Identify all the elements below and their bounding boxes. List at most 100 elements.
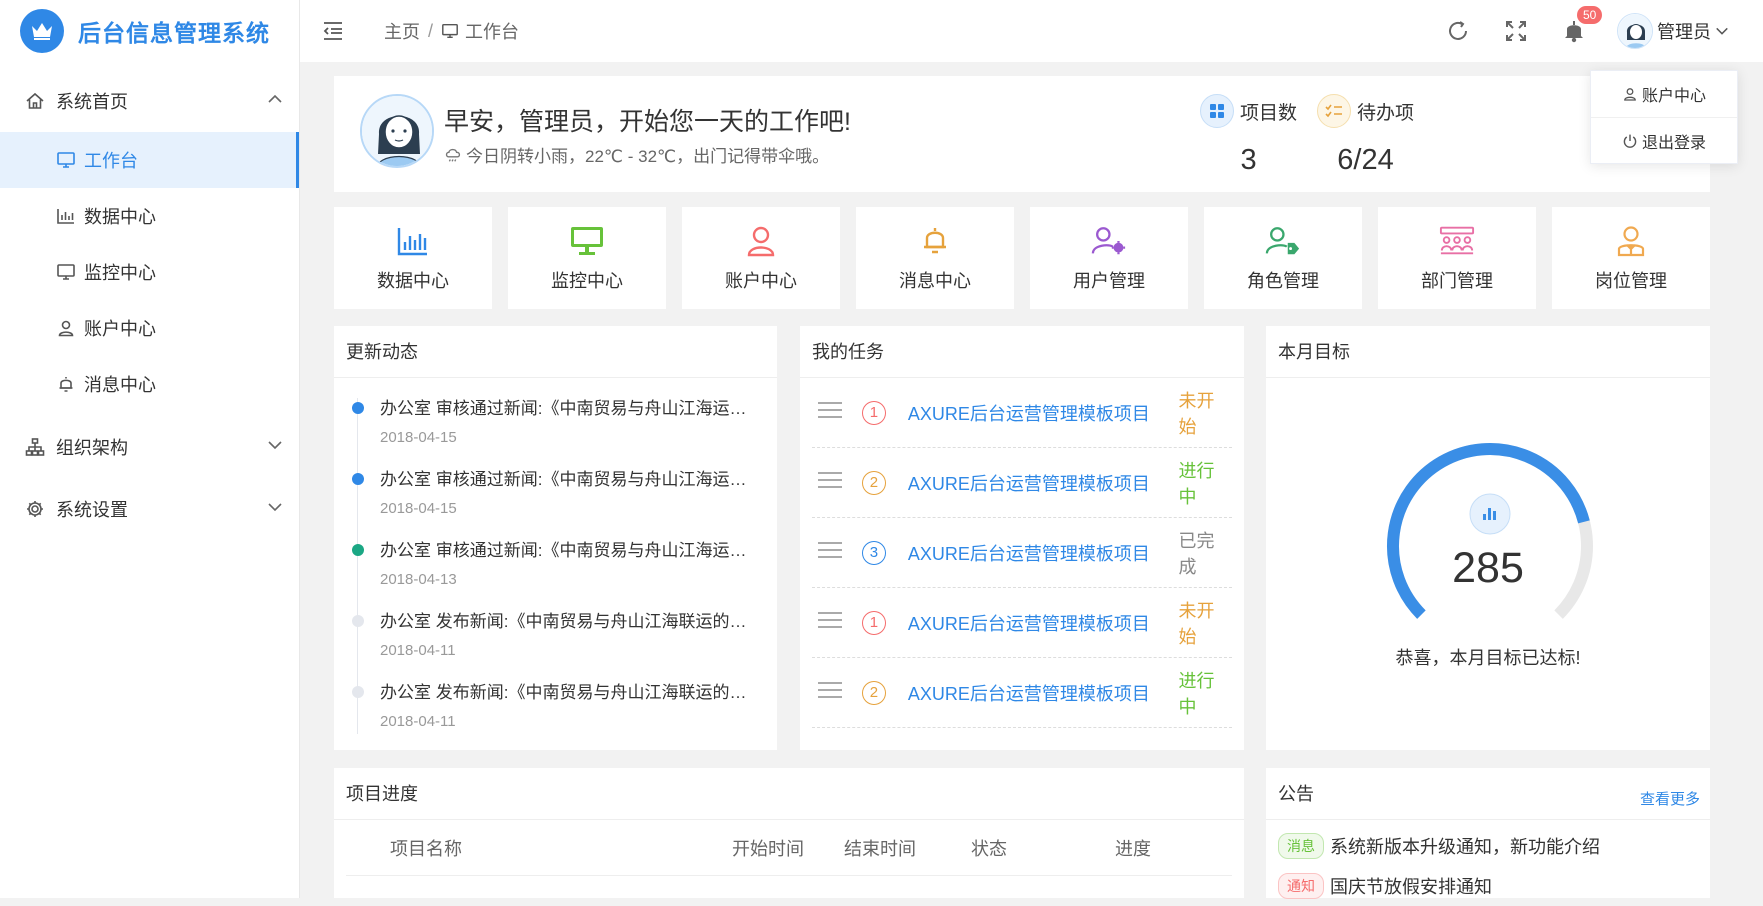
quick-link-position-management[interactable]: 岗位管理	[1552, 207, 1710, 309]
quick-link-account-center[interactable]: 账户中心	[682, 207, 840, 309]
task-number: 1	[862, 610, 886, 635]
collapse-menu-icon[interactable]	[318, 16, 348, 46]
quick-link-role-management[interactable]: 角色管理	[1204, 207, 1362, 309]
weather-text: 今日阴转小雨，22℃ - 32℃，出门记得带伞哦。	[466, 147, 830, 166]
sidebar-item-data-center[interactable]: 数据中心	[0, 188, 299, 244]
drag-handle-icon[interactable]	[818, 471, 842, 494]
timeline-item[interactable]: 办公室 审核通过新闻:《中南贸易与舟山江海运联运有限公司签约》 2018-04-…	[346, 530, 765, 601]
task-name[interactable]: AXURE后台运营管理模板项目	[908, 470, 1171, 496]
notice-text: 国庆节放假安排通知	[1330, 877, 1492, 897]
card-title: 我的任务	[800, 326, 1244, 378]
dropdown-item-label: 退出登录	[1641, 134, 1706, 152]
dropdown-account-center[interactable]: 账户中心	[1591, 71, 1737, 117]
quick-link-label: 岗位管理	[1595, 271, 1667, 291]
quick-link-department-management[interactable]: 部门管理	[1378, 207, 1536, 309]
breadcrumb-current: 工作台	[465, 22, 520, 42]
timeline-dot	[352, 402, 364, 414]
sidebar-item-account-center[interactable]: 账户中心	[0, 300, 299, 356]
chevron-down-icon	[267, 437, 283, 458]
task-row[interactable]: 1 AXURE后台运营管理模板项目 未开始	[812, 588, 1232, 658]
sidebar-item-label: 数据中心	[84, 207, 156, 227]
drag-handle-icon[interactable]	[818, 541, 842, 564]
dropdown-logout[interactable]: 退出登录	[1591, 117, 1737, 163]
bar-chart-icon	[395, 223, 431, 259]
user-menu[interactable]: 管理员	[1617, 13, 1729, 49]
breadcrumb-home[interactable]: 主页	[384, 18, 420, 44]
sidebar-item-monitor-center[interactable]: 监控中心	[0, 244, 299, 300]
task-row[interactable]: 1 AXURE后台运营管理模板项目 未开始	[812, 378, 1232, 448]
task-name[interactable]: AXURE后台运营管理模板项目	[908, 540, 1171, 566]
monitor-icon	[569, 223, 605, 259]
sidebar-group-organization[interactable]: 组织架构	[0, 416, 299, 478]
timeline-item[interactable]: 办公室 审核通过新闻:《中南贸易与舟山江海运联运有限公司签约》 2018-04-…	[346, 459, 765, 530]
quick-link-label: 账户中心	[725, 271, 797, 291]
quick-link-label: 用户管理	[1073, 271, 1145, 291]
task-number: 3	[862, 540, 886, 565]
chevron-up-icon	[267, 91, 283, 112]
quick-link-monitor-center[interactable]: 监控中心	[508, 207, 666, 309]
weather-info: 今日阴转小雨，22℃ - 32℃，出门记得带伞哦。	[444, 142, 829, 167]
card-title: 更新动态	[334, 326, 777, 378]
sidebar-item-label: 消息中心	[84, 375, 156, 395]
timeline-dot	[352, 544, 364, 556]
task-name[interactable]: AXURE后台运营管理模板项目	[908, 400, 1171, 426]
notice-item[interactable]: 通知 国庆节放假安排通知	[1266, 866, 1710, 906]
bell-icon	[56, 374, 76, 394]
timeline-item[interactable]: 办公室 审核通过新闻:《中南贸易与舟山江海运联运有限公司签约》 2018-04-…	[346, 388, 765, 459]
timeline-item[interactable]: 办公室 发布新闻:《中南贸易与舟山江海联运的合作签约仪式》 2018-04-11	[346, 672, 765, 743]
task-name[interactable]: AXURE后台运营管理模板项目	[908, 610, 1171, 636]
column-header: 开始时间	[732, 838, 804, 859]
quick-link-message-center[interactable]: 消息中心	[856, 207, 1014, 309]
notification-button[interactable]: 50	[1559, 6, 1603, 46]
task-row[interactable]: 2 AXURE后台运营管理模板项目 进行中	[812, 448, 1232, 518]
timeline-dot	[352, 686, 364, 698]
refresh-icon[interactable]	[1443, 16, 1473, 46]
stat-projects: 项目数 3	[1200, 94, 1297, 177]
drag-handle-icon[interactable]	[818, 401, 842, 424]
drag-handle-icon[interactable]	[818, 611, 842, 634]
breadcrumb: 主页 / 工作台	[384, 18, 519, 44]
stat-value: 3	[1240, 144, 1257, 176]
timeline: 办公室 审核通过新闻:《中南贸易与舟山江海运联运有限公司签约》 2018-04-…	[334, 378, 777, 743]
goal-card: 本月目标 285 恭喜，本月目标已达标!	[1266, 326, 1710, 750]
notice-item[interactable]: 消息 系统新版本升级通知，新功能介绍	[1266, 826, 1710, 866]
breadcrumb-separator: /	[428, 20, 434, 41]
department-icon	[1439, 223, 1475, 259]
quick-link-user-management[interactable]: 用户管理	[1030, 207, 1188, 309]
sidebar-item-workbench[interactable]: 工作台	[0, 132, 299, 188]
task-number: 2	[862, 680, 886, 705]
tasks-card: 我的任务 1 AXURE后台运营管理模板项目 未开始 2 AXURE后台运营管理…	[800, 326, 1244, 750]
task-list: 1 AXURE后台运营管理模板项目 未开始 2 AXURE后台运营管理模板项目 …	[800, 378, 1244, 728]
quick-link-data-center[interactable]: 数据中心	[334, 207, 492, 309]
notices-card: 公告 查看更多 消息 系统新版本升级通知，新功能介绍 通知 国庆节放假安排通知	[1266, 768, 1710, 899]
task-row[interactable]: 3 AXURE后台运营管理模板项目 已完成	[812, 518, 1232, 588]
org-chart-icon	[24, 436, 46, 458]
sidebar-menu: 系统首页 工作台 数据中心 监控中心 账户中心 消息中心 组织架构 系统设置	[0, 70, 299, 540]
monitor-icon	[56, 262, 76, 282]
card-title: 项目进度	[334, 768, 1244, 820]
position-icon	[1613, 223, 1649, 259]
sidebar-group-home[interactable]: 系统首页	[0, 70, 299, 132]
app-title: 后台信息管理系统	[78, 20, 270, 46]
welcome-greeting: 早安，管理员，开始您一天的工作吧!	[444, 108, 851, 136]
sidebar-item-label: 监控中心	[84, 263, 156, 283]
logo: 后台信息管理系统	[0, 0, 299, 62]
task-name[interactable]: AXURE后台运营管理模板项目	[908, 680, 1171, 706]
fullscreen-icon[interactable]	[1501, 16, 1531, 46]
stat-label: 待办项	[1357, 102, 1415, 124]
column-header: 状态	[971, 838, 1007, 859]
dropdown-item-label: 账户中心	[1641, 88, 1706, 105]
timeline-date: 2018-04-15	[380, 500, 457, 517]
sidebar-group-settings[interactable]: 系统设置	[0, 478, 299, 540]
column-header: 结束时间	[844, 838, 916, 859]
updates-card: 更新动态 办公室 审核通过新闻:《中南贸易与舟山江海运联运有限公司签约》 201…	[334, 326, 777, 750]
header-actions: 50 管理员	[1443, 0, 1763, 62]
timeline-item[interactable]: 办公室 发布新闻:《中南贸易与舟山江海联运的合作签约仪式》 2018-04-11	[346, 601, 765, 672]
sidebar-item-message-center[interactable]: 消息中心	[0, 356, 299, 412]
progress-table: 项目名称 开始时间 结束时间 状态 进度	[334, 820, 1244, 876]
view-more-link[interactable]: 查看更多	[1640, 788, 1700, 809]
quick-link-label: 数据中心	[377, 271, 449, 291]
user-icon	[1622, 86, 1638, 102]
task-row[interactable]: 2 AXURE后台运营管理模板项目 进行中	[812, 658, 1232, 728]
drag-handle-icon[interactable]	[818, 681, 842, 704]
